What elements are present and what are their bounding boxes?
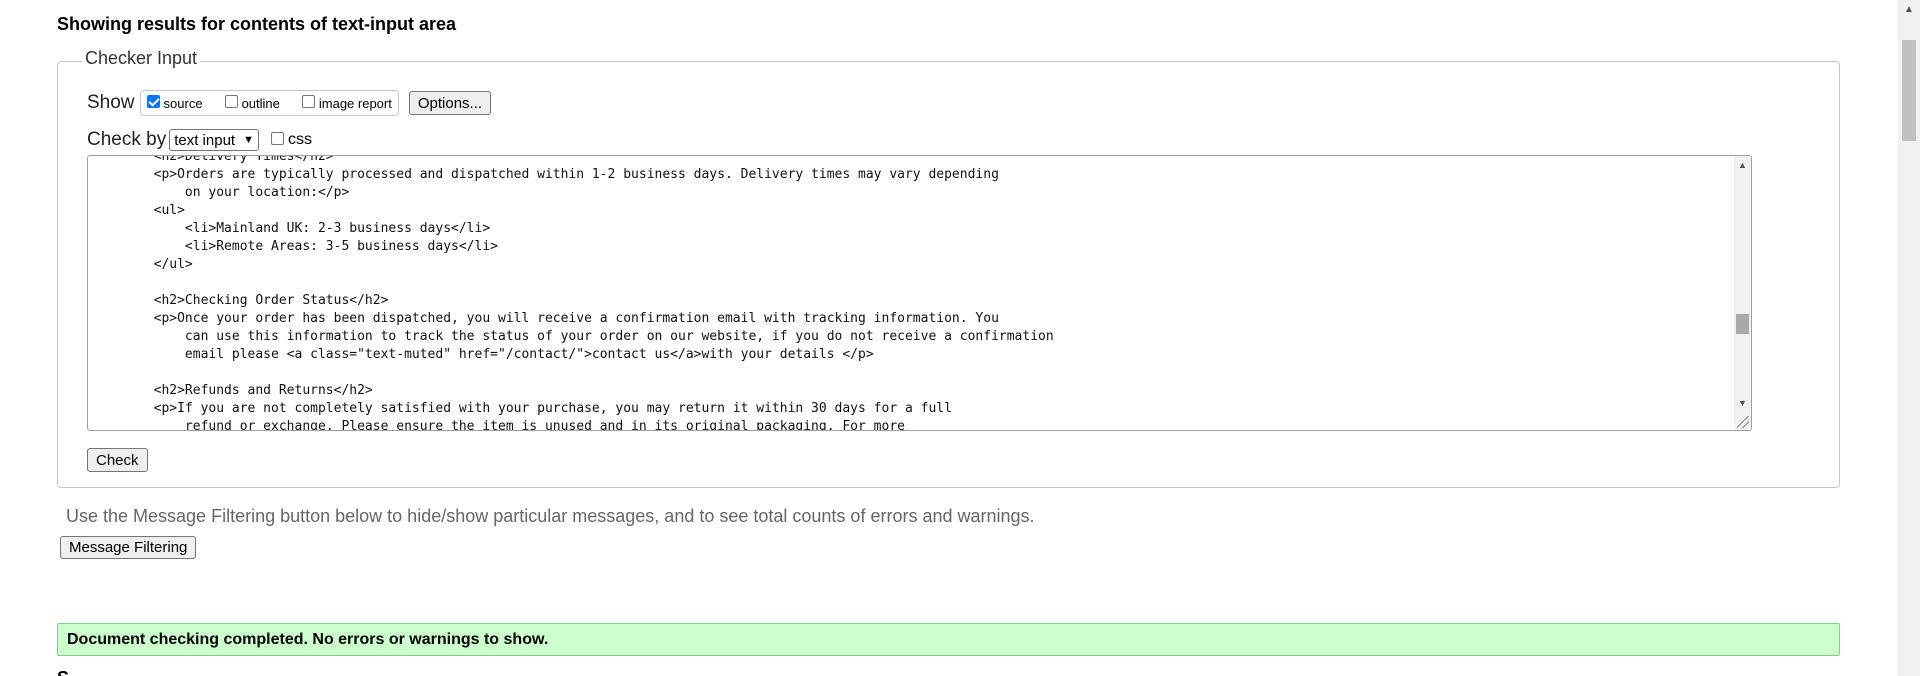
check-button[interactable]: Check bbox=[87, 448, 148, 472]
message-filtering-button[interactable]: Message Filtering bbox=[60, 536, 197, 559]
check-by-row: Check by text input ▼ css bbox=[87, 127, 312, 153]
outline-checkbox[interactable] bbox=[224, 94, 238, 108]
arrow-down-icon[interactable]: ▼ bbox=[1734, 398, 1751, 408]
image-report-checkbox[interactable] bbox=[301, 94, 315, 108]
checker-input-legend: Checker Input bbox=[82, 48, 201, 69]
check-by-selected-value: text input bbox=[174, 131, 236, 149]
outline-label: outline bbox=[241, 95, 280, 111]
show-source-option[interactable]: source bbox=[145, 94, 203, 111]
check-by-label: Check by bbox=[87, 129, 167, 150]
show-label: Show bbox=[87, 92, 135, 113]
image-report-label: image report bbox=[318, 95, 392, 111]
cutoff-heading: S bbox=[57, 668, 69, 676]
options-button[interactable]: Options... bbox=[408, 91, 492, 115]
css-checkbox[interactable] bbox=[270, 131, 284, 145]
success-message: Document checking completed. No errors o… bbox=[57, 623, 1840, 656]
page-scroll-thumb[interactable] bbox=[1902, 40, 1916, 141]
source-label: source bbox=[163, 95, 203, 111]
css-label: css bbox=[287, 131, 312, 148]
show-image-report-option[interactable]: image report bbox=[300, 94, 392, 111]
show-outline-option[interactable]: outline bbox=[223, 94, 280, 111]
results-heading: Showing results for contents of text-inp… bbox=[57, 14, 457, 34]
validator-page: Showing results for contents of text-inp… bbox=[0, 0, 1898, 676]
show-row: Show source outline image report Options… bbox=[87, 90, 492, 116]
chevron-down-icon: ▼ bbox=[243, 134, 254, 146]
textarea-scroll-thumb[interactable] bbox=[1736, 314, 1749, 334]
filtering-info-text: Use the Message Filtering button below t… bbox=[66, 506, 1035, 526]
css-option[interactable]: css bbox=[269, 131, 312, 149]
checker-input-fieldset: Checker Input Show source outline image … bbox=[57, 48, 1840, 488]
textarea-scrollbar[interactable]: ▲ ▼ bbox=[1734, 156, 1751, 430]
arrow-up-icon[interactable]: ▲ bbox=[1734, 160, 1751, 170]
source-checkbox[interactable] bbox=[146, 94, 160, 108]
check-by-select[interactable]: text input ▼ bbox=[169, 129, 259, 151]
source-textarea[interactable]: <h2>Delivery Times</h2> <p>Orders are ty… bbox=[87, 155, 1752, 431]
arrow-up-icon[interactable]: ▲ bbox=[1898, 4, 1920, 15]
source-code: <h2>Delivery Times</h2> <p>Orders are ty… bbox=[153, 155, 1054, 431]
resize-grip-icon[interactable] bbox=[1737, 416, 1749, 428]
show-options-group: source outline image report bbox=[139, 90, 399, 116]
page-scrollbar[interactable]: ▲ bbox=[1898, 0, 1920, 676]
